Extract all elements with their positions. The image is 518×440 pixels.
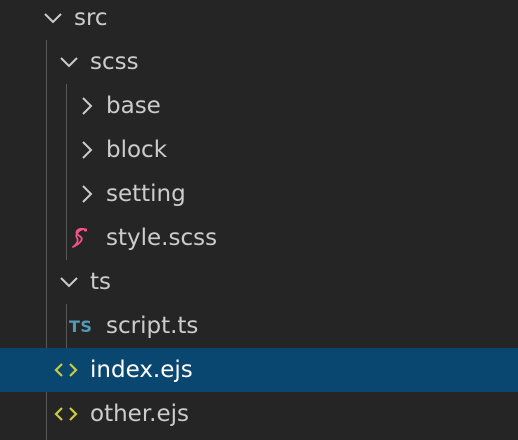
code-brackets-icon — [54, 348, 78, 392]
file-explorer-tree: src scss base block setting style.scss t… — [0, 0, 518, 440]
tree-folder-setting[interactable]: setting — [0, 172, 518, 216]
tree-file-label: index.ejs — [90, 357, 193, 383]
chevron-down-icon — [58, 40, 80, 84]
sass-icon — [70, 216, 92, 260]
chevron-right-icon — [76, 172, 98, 216]
tree-folder-base[interactable]: base — [0, 84, 518, 128]
tree-folder-label: block — [106, 137, 168, 163]
chevron-right-icon — [76, 84, 98, 128]
tree-folder-label: scss — [90, 49, 139, 75]
tree-folder-label: src — [74, 5, 108, 31]
chevron-right-icon — [76, 128, 98, 172]
tree-file-other-ejs[interactable]: other.ejs — [0, 392, 518, 436]
tree-folder-label: base — [106, 93, 161, 119]
tree-file-label: script.ts — [106, 313, 199, 339]
code-brackets-icon — [54, 392, 78, 436]
tree-folder-label: ts — [90, 269, 112, 295]
chevron-down-icon — [58, 260, 80, 304]
tree-folder-ts[interactable]: ts — [0, 260, 518, 304]
tree-file-label: other.ejs — [90, 401, 189, 427]
tree-file-style-scss[interactable]: style.scss — [0, 216, 518, 260]
tree-folder-scss[interactable]: scss — [0, 40, 518, 84]
tree-file-script-ts[interactable]: TS script.ts — [0, 304, 518, 348]
tree-file-index-ejs[interactable]: index.ejs — [0, 348, 518, 392]
tree-folder-block[interactable]: block — [0, 128, 518, 172]
chevron-down-icon — [42, 0, 64, 40]
tree-file-label: style.scss — [106, 225, 218, 251]
typescript-icon-text: TS — [69, 316, 93, 336]
typescript-icon: TS — [69, 304, 92, 348]
tree-folder-label: setting — [106, 181, 186, 207]
tree-folder-src[interactable]: src — [0, 0, 518, 40]
